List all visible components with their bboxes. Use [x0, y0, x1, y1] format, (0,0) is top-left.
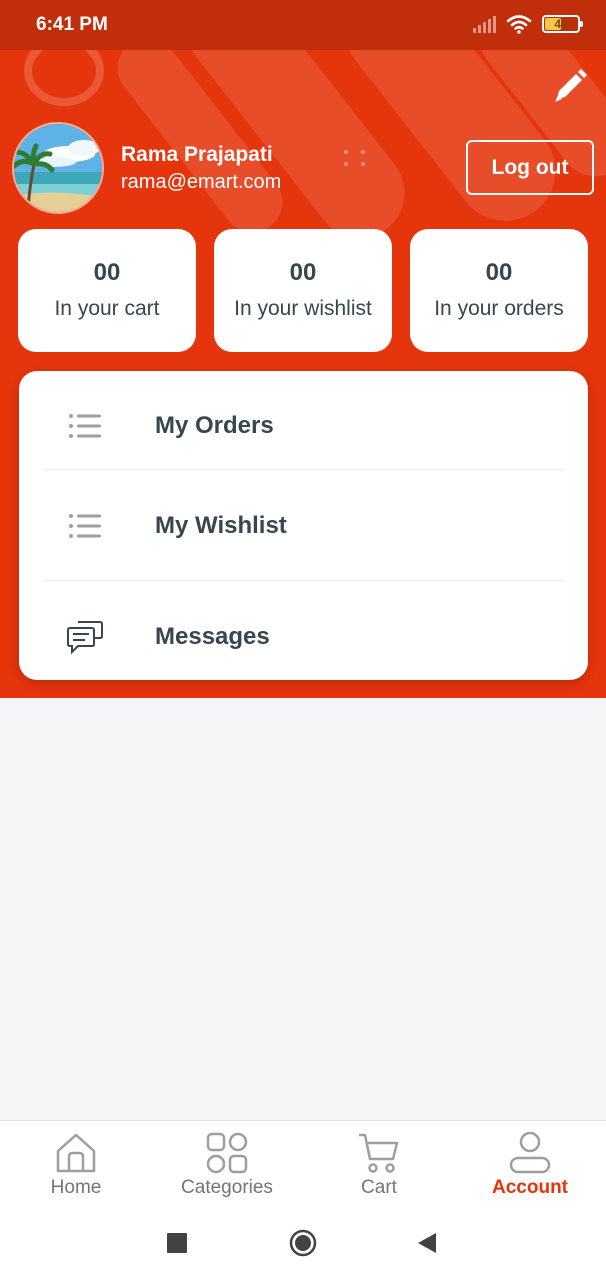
menu-item-label: My Orders	[155, 412, 274, 439]
nav-item-categories[interactable]: Categories	[151, 1121, 303, 1209]
battery-cap	[580, 21, 583, 27]
nav-label: Cart	[361, 1177, 397, 1198]
menu-item-messages[interactable]: Messages	[19, 582, 588, 692]
chat-icon	[67, 621, 103, 655]
avatar	[12, 122, 104, 214]
status-time: 6:41 PM	[36, 14, 108, 35]
status-icons: 49	[472, 14, 583, 34]
menu-item-label: Messages	[155, 623, 270, 650]
nav-label: Categories	[181, 1177, 273, 1198]
home-icon	[56, 1133, 96, 1173]
bottom-navigation: Home Categories Cart Account	[0, 1120, 606, 1208]
wifi-icon	[506, 15, 532, 34]
nav-item-cart[interactable]: Cart	[303, 1121, 455, 1209]
menu-item-my-orders[interactable]: My Orders	[19, 371, 588, 481]
back-icon[interactable]	[416, 1231, 438, 1255]
stat-count: 00	[485, 259, 513, 286]
stat-label: In your orders	[434, 297, 564, 320]
beach-image	[14, 124, 102, 212]
profile-header: 6:41 PM 49 Rama Prajapati rama@emart.com…	[0, 0, 606, 698]
account-menu: My Orders My Wishlist Messages	[19, 371, 588, 680]
stat-card-wishlist[interactable]: 00 In your wishlist	[214, 229, 392, 352]
list-icon	[69, 514, 101, 538]
user-email: rama@emart.com	[121, 171, 282, 193]
stat-label: In your cart	[54, 297, 160, 320]
recents-icon[interactable]	[167, 1233, 187, 1253]
nav-item-home[interactable]: Home	[0, 1121, 152, 1209]
stat-count: 00	[93, 259, 121, 286]
list-icon	[69, 414, 101, 438]
user-name: Rama Prajapati	[121, 143, 273, 166]
battery-level: 49	[554, 17, 568, 31]
battery-icon: 49	[542, 15, 583, 33]
home-button-icon[interactable]	[289, 1229, 317, 1257]
signal-icon	[473, 16, 496, 33]
account-icon	[509, 1131, 551, 1174]
divider	[44, 469, 564, 470]
stat-count: 00	[289, 259, 317, 286]
cart-icon	[359, 1133, 399, 1173]
dots-decoration	[344, 150, 365, 166]
stat-label: In your wishlist	[234, 297, 372, 320]
nav-item-account[interactable]: Account	[454, 1121, 606, 1209]
menu-item-label: My Wishlist	[155, 512, 287, 539]
stat-card-cart[interactable]: 00 In your cart	[18, 229, 196, 352]
status-bar: 6:41 PM 49	[0, 0, 606, 50]
menu-item-my-wishlist[interactable]: My Wishlist	[19, 471, 588, 581]
categories-icon	[206, 1132, 248, 1174]
nav-label: Account	[492, 1177, 568, 1198]
logout-button[interactable]: Log out	[466, 140, 594, 195]
nav-label: Home	[50, 1177, 102, 1198]
system-navigation	[0, 1208, 606, 1280]
edit-icon[interactable]	[550, 66, 590, 106]
stat-card-orders[interactable]: 00 In your orders	[410, 229, 588, 352]
divider	[44, 580, 564, 581]
